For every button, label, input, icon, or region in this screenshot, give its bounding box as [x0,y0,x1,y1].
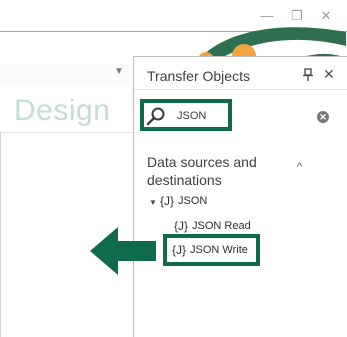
search-value[interactable]: JSON [177,110,206,122]
panel-title: Transfer Objects [147,68,250,84]
tree-item-json-write[interactable]: {J} JSON Write [172,243,248,257]
panel-header-divider [134,89,347,90]
tree-item-label: JSON Write [190,244,248,256]
tree-item-label: JSON Read [192,220,251,232]
pointer-arrow-icon [90,227,156,275]
document-dropdown-icon[interactable]: ▼ [114,66,124,77]
search-icon [146,107,165,126]
tree-group-label: JSON [178,195,208,207]
expand-arrow-icon[interactable]: ▼ [149,198,157,207]
document-border [0,132,1,337]
collapse-chevron-icon[interactable]: ^ [297,161,302,173]
pin-icon[interactable] [303,68,313,82]
json-icon: {J} [160,194,175,208]
design-tab-label[interactable]: Design [14,94,110,128]
clear-search-icon[interactable]: ✕ [317,111,329,123]
panel-close-icon[interactable]: ✕ [323,66,335,83]
tree-item-json-read[interactable]: {J} JSON Read [174,219,251,233]
tree-group-json[interactable]: {J} JSON [160,194,207,208]
json-icon: {J} [172,243,187,257]
json-icon: {J} [174,219,189,233]
section-title: Data sources and destinations [147,154,257,188]
